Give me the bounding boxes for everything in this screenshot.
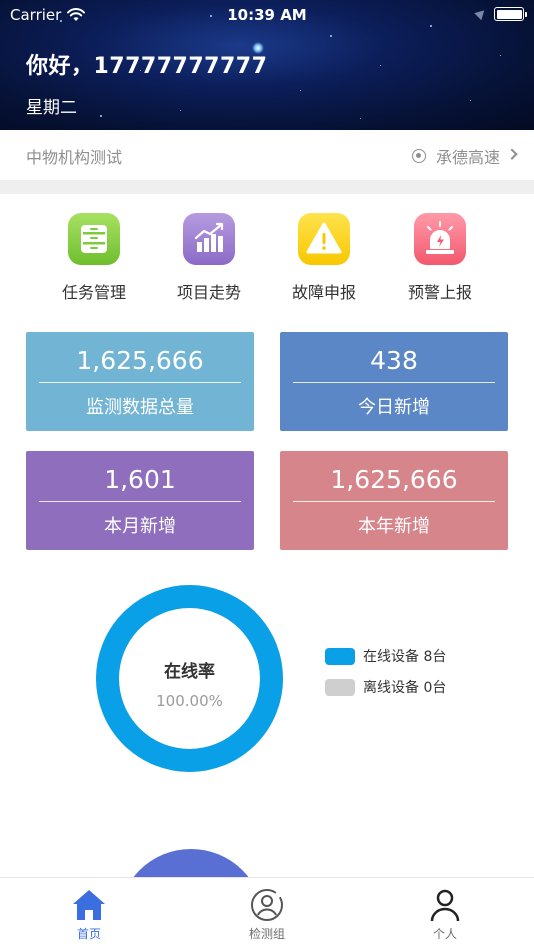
bottom-tab-bar: 首页 检测组 个人	[0, 877, 534, 950]
legend-online: 在线设备 8台	[325, 646, 446, 666]
tab-label: 个人	[432, 927, 457, 941]
action-label: 预警上报	[407, 283, 472, 302]
stat-divider	[293, 501, 495, 502]
stat-card-year-new[interactable]: 1,625,666 本年新增	[280, 451, 508, 550]
stat-label: 本年新增	[358, 516, 430, 537]
tab-label: 首页	[76, 927, 101, 941]
stat-value: 1,601	[104, 465, 176, 494]
stat-label: 本月新增	[104, 516, 176, 537]
status-bar: Carrier 10:39 AM	[0, 0, 534, 30]
battery-icon	[494, 7, 527, 21]
status-time: 10:39 AM	[227, 6, 307, 24]
action-task-management[interactable]: 任务管理	[44, 213, 144, 303]
weekday-text: 星期二	[26, 98, 77, 118]
stat-value: 1,625,666	[76, 346, 204, 375]
stat-label: 今日新增	[358, 397, 430, 418]
donut-value: 100.00%	[156, 692, 223, 710]
organization-name: 中物机构测试	[26, 148, 123, 167]
tab-home[interactable]: 首页	[0, 878, 178, 950]
action-label: 任务管理	[61, 283, 126, 302]
alarm-light-icon	[414, 213, 466, 265]
tab-profile[interactable]: 个人	[356, 878, 534, 950]
home-icon	[71, 887, 107, 923]
stat-card-total-data[interactable]: 1,625,666 监测数据总量	[26, 332, 254, 431]
stat-card-month-new[interactable]: 1,601 本月新增	[26, 451, 254, 550]
stat-divider	[293, 382, 495, 383]
group-icon	[249, 887, 285, 923]
chevron-right-icon	[506, 148, 518, 160]
stat-value: 438	[370, 346, 418, 375]
stat-divider	[39, 382, 241, 383]
cabinet-icon	[68, 213, 120, 265]
legend-swatch-online	[325, 647, 355, 665]
legend-label: 离线设备 0台	[363, 680, 447, 696]
warning-icon	[298, 213, 350, 265]
action-project-trend[interactable]: 项目走势	[159, 213, 259, 303]
stat-card-today-new[interactable]: 438 今日新增	[280, 332, 508, 431]
stat-divider	[39, 501, 241, 502]
legend-label: 在线设备 8台	[363, 649, 447, 665]
stat-label: 监测数据总量	[86, 397, 194, 418]
tab-inspection-group[interactable]: 检测组	[178, 878, 356, 950]
stat-value: 1,625,666	[330, 465, 458, 494]
header-banner: Carrier 10:39 AM 你好，17777777777 星期二	[0, 0, 534, 130]
section-divider	[0, 180, 534, 194]
greeting-text: 你好，17777777777	[26, 54, 268, 79]
donut-title: 在线率	[164, 662, 215, 682]
action-label: 故障申报	[291, 283, 356, 302]
action-alert-report[interactable]: 预警上报	[390, 213, 490, 303]
action-fault-report[interactable]: 故障申报	[274, 213, 374, 303]
legend-swatch-offline	[325, 678, 355, 696]
location-target-icon	[411, 149, 426, 163]
action-label: 项目走势	[176, 283, 241, 302]
tab-label: 检测组	[248, 927, 285, 941]
organization-row[interactable]: 中物机构测试 承德高速	[0, 130, 534, 180]
road-name: 承德高速	[435, 148, 500, 167]
road-selector[interactable]: 承德高速	[411, 144, 500, 168]
legend-offline: 离线设备 0台	[325, 677, 446, 697]
person-icon	[427, 887, 463, 923]
trend-chart-icon	[183, 213, 235, 265]
